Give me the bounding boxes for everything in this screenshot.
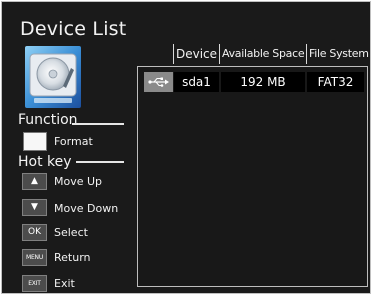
hotkey-section-label: Hot key — [18, 154, 72, 170]
page-title: Device List — [20, 18, 127, 40]
up-arrow-icon: ▲ — [31, 176, 38, 186]
ok-key-text: OK — [28, 227, 41, 237]
ok-key: OK — [22, 224, 47, 241]
move-up-label: Move Up — [54, 175, 103, 188]
column-header-available-space: Available Space — [219, 44, 306, 64]
format-function-button[interactable] — [23, 132, 47, 151]
format-label: Format — [54, 135, 93, 148]
exit-label: Exit — [54, 277, 75, 290]
device-list-panel[interactable] — [137, 66, 368, 287]
usb-drive-icon[interactable] — [144, 72, 173, 92]
menu-key: MENU — [22, 249, 47, 266]
table-row-filesystem[interactable]: FAT32 — [307, 72, 364, 92]
function-divider — [72, 123, 124, 125]
exit-key-text: EXIT — [28, 279, 41, 287]
hard-drive-icon — [25, 46, 81, 108]
move-up-key: ▲ — [22, 173, 47, 190]
hotkey-divider — [76, 161, 124, 163]
table-row-space[interactable]: 192 MB — [221, 72, 305, 92]
return-label: Return — [54, 251, 91, 264]
menu-key-text: MENU — [25, 253, 44, 261]
move-down-key: ▼ — [22, 199, 47, 216]
down-arrow-icon: ▼ — [31, 202, 38, 212]
column-header-file-system: File System — [306, 44, 369, 64]
table-row-device[interactable]: sda1 — [174, 72, 219, 92]
exit-key: EXIT — [22, 275, 47, 292]
column-header-device: Device — [173, 44, 219, 64]
device-list-screen: Device List Function Format Hot key ▲ Mo… — [1, 1, 371, 294]
select-label: Select — [54, 226, 88, 239]
function-section-label: Function — [18, 112, 78, 128]
move-down-label: Move Down — [54, 202, 119, 215]
